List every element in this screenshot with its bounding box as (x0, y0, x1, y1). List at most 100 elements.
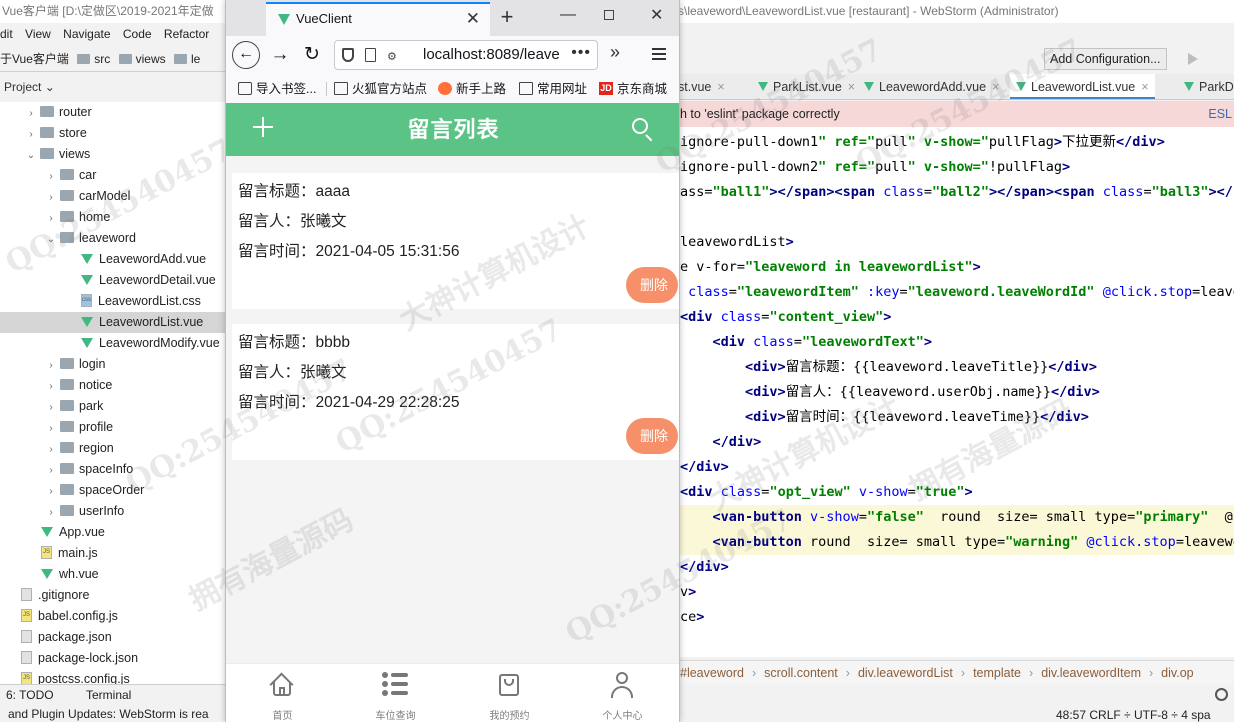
shield-icon[interactable] (342, 48, 354, 62)
run-icon[interactable] (1188, 53, 1198, 65)
todo-tool-button[interactable]: 6: TODO (6, 688, 54, 702)
code-line[interactable]: <div>留言标题：{{leaveword.leaveTitle}}</div> (680, 355, 1234, 380)
add-configuration-button[interactable]: Add Configuration... (1044, 48, 1167, 70)
nav-crumb-views[interactable]: views (118, 46, 166, 71)
code-editor[interactable]: ignore-pull-down1" ref="pull" v-show="pu… (680, 127, 1234, 657)
tree-item[interactable]: › car (0, 165, 225, 186)
chevron-right-icon[interactable]: › (44, 187, 58, 208)
chevron-right-icon[interactable]: › (44, 397, 58, 418)
page-icon[interactable] (365, 48, 376, 62)
minimize-icon[interactable]: — (560, 6, 576, 24)
code-line[interactable]: </div> (680, 455, 1234, 480)
code-line[interactable]: </div> (680, 555, 1234, 580)
code-line[interactable]: <div class="leavewordText"> (680, 330, 1234, 355)
tree-item[interactable]: › spaceOrder (0, 480, 225, 501)
browser-tab-vueclient[interactable]: VueClient ✕ (266, 2, 490, 36)
menu-edit[interactable]: dit (0, 27, 13, 41)
code-line[interactable]: <van-button v-show="false" round size= s… (680, 505, 1234, 530)
nav-crumb-leaveword[interactable]: le (173, 46, 200, 71)
tree-item[interactable]: › notice (0, 375, 225, 396)
close-tab-icon[interactable]: × (1141, 80, 1148, 94)
tree-item[interactable]: App.vue (0, 522, 225, 543)
bookmark-common-sites[interactable]: 常用网址 (519, 80, 587, 98)
close-window-icon[interactable]: ✕ (650, 5, 663, 25)
tree-item[interactable]: LeavewordModify.vue (0, 333, 225, 354)
breadcrumb-item[interactable]: div.leavewordList (858, 666, 953, 680)
nav-crumb-project[interactable]: 于Vue客户端 (0, 46, 69, 71)
chevron-right-icon[interactable]: › (44, 208, 58, 229)
chevron-right-icon[interactable]: › (44, 355, 58, 376)
nav-crumb-src[interactable]: src (77, 46, 110, 71)
chevron-right-icon[interactable]: › (44, 502, 58, 523)
tree-item[interactable]: ⌄ views (0, 144, 225, 165)
chevron-down-icon[interactable]: ⌄ (24, 145, 38, 166)
back-button[interactable]: ← (232, 41, 260, 69)
code-line[interactable]: leavewordList> (680, 230, 1234, 255)
tree-item[interactable]: › router (0, 102, 225, 123)
bookmark-jd[interactable]: JD 京东商城 (599, 80, 667, 98)
overflow-chevron-icon[interactable]: » (610, 42, 620, 63)
search-icon[interactable] (631, 117, 655, 142)
tree-item[interactable]: JS babel.config.js (0, 606, 225, 627)
chevron-right-icon[interactable]: › (44, 418, 58, 439)
code-line[interactable]: ignore-pull-down2" ref="pull" v-show="!p… (680, 155, 1234, 180)
url-text[interactable]: localhost:8089/leave (423, 46, 560, 63)
code-line[interactable]: ass="ball1"></span><span class="ball2"><… (680, 180, 1234, 205)
address-bar[interactable]: ⚙ localhost:8089/leave ••• (334, 40, 598, 70)
chevron-right-icon[interactable]: › (44, 481, 58, 502)
chevron-right-icon[interactable]: › (44, 460, 58, 481)
add-icon[interactable] (251, 115, 275, 139)
menu-navigate[interactable]: Navigate (63, 27, 110, 41)
breadcrumb-item[interactable]: #leaveword (680, 666, 744, 680)
project-panel-header[interactable]: Project ⌄ (0, 76, 225, 98)
code-line[interactable]: <div class="opt_view" v-show="true"> (680, 480, 1234, 505)
tree-item[interactable]: package-lock.json (0, 648, 225, 669)
tab-parking-search[interactable]: 车位查询 (339, 664, 452, 722)
chevron-right-icon[interactable]: › (44, 376, 58, 397)
tree-item[interactable]: › profile (0, 417, 225, 438)
editor-tab[interactable]: ParkDet (1178, 74, 1234, 99)
code-line[interactable]: v> (680, 580, 1234, 605)
code-line[interactable]: ignore-pull-down1" ref="pull" v-show="pu… (680, 130, 1234, 155)
delete-button[interactable]: 删除 (626, 267, 678, 303)
chevron-down-icon[interactable]: ⌄ (44, 229, 58, 250)
editor-tab[interactable]: ParkList.vue × (752, 74, 861, 99)
tab-my-reservations[interactable]: 我的预约 (453, 664, 566, 722)
close-tab-icon[interactable]: × (717, 80, 724, 94)
forward-button[interactable]: → (266, 41, 294, 69)
menu-view[interactable]: View (25, 27, 51, 41)
editor-tab[interactable]: LeavewordList.vue × (1010, 74, 1155, 99)
bookmark-firefox-site[interactable]: 火狐官方站点 (334, 80, 427, 98)
delete-button[interactable]: 删除 (626, 418, 678, 454)
code-line[interactable]: </div> (680, 430, 1234, 455)
tree-item[interactable]: package.json (0, 627, 225, 648)
new-tab-button[interactable]: + (494, 4, 520, 30)
close-tab-icon[interactable]: × (992, 80, 999, 94)
bookmark-getting-started[interactable]: 新手上路 (438, 80, 506, 98)
code-line[interactable] (680, 205, 1234, 230)
close-tab-icon[interactable]: ✕ (466, 9, 480, 29)
tree-item[interactable]: JS postcss.config.js (0, 669, 225, 684)
chevron-right-icon[interactable]: › (24, 103, 38, 124)
hamburger-menu-icon[interactable] (652, 48, 666, 60)
tree-item[interactable]: › store (0, 123, 225, 144)
tree-item[interactable]: LeavewordAdd.vue (0, 249, 225, 270)
tree-item[interactable]: ⌄ leaveword (0, 228, 225, 249)
tree-item[interactable]: › userInfo (0, 501, 225, 522)
tree-item[interactable]: › spaceInfo (0, 459, 225, 480)
bookmark-import[interactable]: 导入书签... (238, 80, 316, 98)
maximize-icon[interactable] (604, 10, 614, 20)
code-line[interactable]: <div>留言时间：{{leaveword.leaveTime}}</div> (680, 405, 1234, 430)
list-item[interactable]: 留言标题：aaaa 留言人：张曦文 留言时间：2021-04-05 15:31:… (232, 173, 679, 309)
editor-tab[interactable]: st.vue × (680, 74, 731, 99)
tree-item[interactable]: wh.vue (0, 564, 225, 585)
breadcrumb-item[interactable]: div.op (1161, 666, 1193, 680)
code-line[interactable]: <div class="content_view"> (680, 305, 1234, 330)
search-icon[interactable] (1215, 688, 1228, 701)
menu-refactor[interactable]: Refactor (164, 27, 209, 41)
tree-item[interactable]: › region (0, 438, 225, 459)
breadcrumb-item[interactable]: div.leavewordItem (1041, 666, 1141, 680)
permissions-icon[interactable]: ⚙ (387, 50, 397, 63)
reload-button[interactable]: ↻ (298, 41, 326, 69)
breadcrumb-item[interactable]: template (973, 666, 1021, 680)
